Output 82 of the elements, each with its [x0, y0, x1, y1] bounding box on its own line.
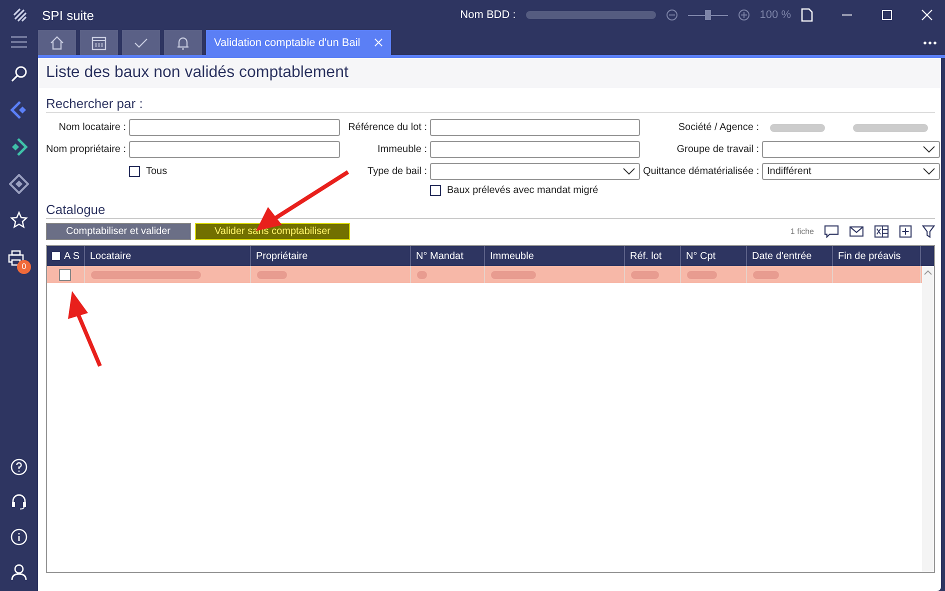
info-icon[interactable]	[10, 528, 28, 546]
column-header[interactable]: Date d'entrée	[752, 250, 812, 262]
input-field[interactable]	[430, 119, 640, 136]
input-field[interactable]	[430, 141, 640, 158]
zoom-in-icon[interactable]	[738, 9, 750, 21]
scroll-up-icon[interactable]	[924, 270, 932, 275]
checkbox-label: Baux prélevés avec mandat migré	[447, 185, 598, 196]
dropdown[interactable]	[430, 163, 640, 180]
dropdown[interactable]: Indifférent	[762, 163, 940, 180]
star-icon[interactable]	[10, 211, 28, 229]
bell-icon	[175, 34, 191, 50]
blurred-text	[753, 270, 779, 278]
close-tab-icon[interactable]	[374, 38, 384, 47]
select-all-checkbox[interactable]	[52, 252, 60, 260]
field-label: Société / Agence :	[677, 122, 759, 133]
tab[interactable]: Validation comptable d'un Bail	[206, 30, 392, 55]
action-button[interactable]: Comptabiliser et valider	[46, 223, 190, 240]
column-header[interactable]: A S	[64, 250, 80, 262]
maximize-icon[interactable]	[881, 9, 893, 21]
blurred-text	[770, 124, 825, 132]
field-label: Nom locataire :	[58, 122, 126, 133]
document-icon[interactable]	[801, 8, 813, 22]
column-header[interactable]: Propriétaire	[256, 250, 308, 262]
blurred-text	[687, 270, 717, 278]
zoom-reading: 100 %	[760, 9, 791, 21]
mail-icon[interactable]	[849, 226, 864, 237]
chevron-down-icon	[923, 168, 935, 175]
add-icon[interactable]	[899, 225, 912, 238]
record-count: 1 fiche	[790, 227, 814, 236]
zoom-slider[interactable]	[688, 9, 728, 21]
input-field[interactable]	[129, 119, 340, 136]
filter-icon[interactable]	[922, 225, 935, 238]
field-label: Type de bail :	[366, 166, 427, 177]
field-label: Immeuble :	[376, 144, 427, 155]
field-label: Nom propriétaire :	[46, 144, 126, 155]
help-icon[interactable]	[10, 458, 28, 476]
headset-icon[interactable]	[10, 493, 28, 511]
column-header[interactable]: N° Mandat	[416, 250, 464, 262]
home-tab[interactable]	[38, 30, 76, 55]
database-label: Nom BDD :	[460, 9, 516, 21]
field-label: Référence du lot :	[347, 122, 427, 133]
column-header[interactable]: Réf. lot	[630, 250, 662, 262]
more-icon[interactable]	[923, 40, 937, 44]
checkbox[interactable]	[430, 185, 441, 196]
column-header[interactable]: N° Cpt	[686, 250, 716, 262]
scrollbar[interactable]	[922, 266, 934, 572]
checkbox-label: Tous	[146, 166, 168, 177]
column-header[interactable]: Immeuble	[490, 250, 534, 262]
blurred-text	[257, 270, 287, 278]
menu-icon[interactable]	[11, 36, 27, 48]
blurred-text	[631, 270, 659, 278]
calendar-tab[interactable]	[80, 30, 118, 55]
column-header[interactable]: Locataire	[90, 250, 132, 262]
field-label: Quittance dématérialisée :	[643, 166, 759, 177]
checkbox[interactable]	[129, 166, 140, 177]
chevron-left-icon[interactable]	[9, 100, 29, 120]
chevron-down-icon	[623, 168, 635, 175]
dropdown[interactable]	[762, 141, 940, 158]
search-icon[interactable]	[10, 65, 28, 83]
chevron-down-icon	[923, 146, 935, 153]
chevron-right-icon[interactable]	[9, 137, 29, 157]
calendar-icon	[91, 34, 107, 50]
page-title: Liste des baux non validés comptablement	[46, 64, 348, 81]
section-heading: Rechercher par :	[46, 88, 935, 113]
user-icon[interactable]	[10, 563, 28, 581]
close-icon[interactable]	[921, 9, 933, 21]
row-checkbox[interactable]	[59, 268, 71, 280]
bell-tab[interactable]	[164, 30, 202, 55]
comment-icon[interactable]	[824, 225, 839, 238]
check-tab[interactable]	[122, 30, 160, 55]
input-field[interactable]	[129, 141, 340, 158]
home-icon	[49, 34, 65, 50]
spreadsheet-icon[interactable]	[874, 225, 889, 238]
window-title: SPI suite	[42, 8, 94, 22]
diamond-icon[interactable]	[9, 174, 29, 194]
field-label: Groupe de travail :	[676, 144, 759, 155]
zoom-out-icon[interactable]	[666, 9, 678, 21]
app-logo-icon	[12, 7, 28, 23]
blurred-text	[491, 270, 536, 278]
blurred-text	[417, 270, 427, 278]
column-header[interactable]: Fin de préavis	[838, 250, 901, 262]
notification-badge: 0	[17, 260, 31, 274]
